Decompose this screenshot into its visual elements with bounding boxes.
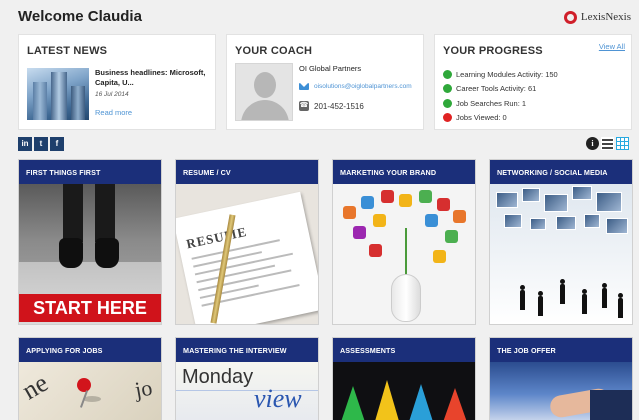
status-dot-icon — [443, 98, 452, 108]
calendar-day-text: Monday — [182, 366, 254, 388]
progress-label: Job Searches Run: 1 — [456, 98, 527, 108]
tile-title: APPLYING FOR JOBS — [19, 338, 161, 362]
tile-title: MARKETING YOUR BRAND — [333, 160, 475, 184]
view-toggle-group: i — [586, 137, 629, 150]
progress-item[interactable]: Jobs Viewed: 0 — [443, 111, 558, 126]
avatar-body-icon — [241, 100, 289, 120]
status-dot-icon — [443, 69, 452, 79]
view-all-link[interactable]: View All — [599, 42, 625, 51]
tile-image-calendar: Monday view — [176, 362, 318, 420]
news-headline[interactable]: Business headlines: Microsoft, Capita, U… — [95, 68, 211, 88]
tile-title: MASTERING THE INTERVIEW — [176, 338, 318, 362]
tile-title: NETWORKING / SOCIAL MEDIA — [490, 160, 632, 184]
progress-item[interactable]: Job Searches Run: 1 — [443, 96, 558, 111]
tile-title: ASSESSMENTS — [333, 338, 475, 362]
progress-label: Career Tools Activity: 61 — [456, 84, 537, 94]
read-more-link[interactable]: Read more — [95, 108, 132, 117]
facebook-icon[interactable]: f — [50, 137, 64, 151]
tile-image-shoes: START HERE — [19, 184, 161, 324]
tile-resume-cv[interactable]: RESUME / CV RESUME — [175, 159, 319, 325]
coach-organization: OI Global Partners — [299, 64, 362, 73]
news-date: 16 Jul 2014 — [95, 91, 129, 98]
tile-title: THE JOB OFFER — [490, 338, 632, 362]
mail-icon — [299, 83, 309, 90]
avatar-head-icon — [254, 72, 276, 98]
tile-image-pin-map: ne jo — [19, 362, 161, 420]
tile-the-job-offer[interactable]: THE JOB OFFER — [489, 337, 633, 420]
linkedin-icon[interactable]: in — [18, 137, 32, 151]
skyscraper-image-part — [51, 72, 67, 120]
progress-list: Learning Modules Activity: 150 Career To… — [443, 67, 558, 125]
info-icon[interactable]: i — [586, 137, 599, 150]
list-view-icon[interactable] — [601, 137, 614, 150]
coach-phone-row: ☎ 201-452-1516 — [299, 101, 364, 111]
tile-image-network — [490, 184, 632, 324]
your-coach-panel: YOUR COACH OI Global Partners oisolution… — [226, 34, 424, 130]
coach-email-row[interactable]: oisolutions@oiglobalpartners.com — [299, 83, 412, 90]
your-coach-title: YOUR COACH — [235, 45, 313, 57]
progress-item[interactable]: Career Tools Activity: 61 — [443, 82, 558, 97]
grid-view-icon[interactable] — [616, 137, 629, 150]
your-progress-panel: YOUR PROGRESS View All Learning Modules … — [434, 34, 632, 130]
status-dot-icon — [443, 84, 452, 94]
phone-icon: ☎ — [299, 101, 309, 111]
skyscraper-image-part — [33, 82, 47, 120]
news-thumbnail[interactable] — [27, 68, 89, 120]
lexisnexis-logo-icon — [563, 10, 577, 24]
tile-image-resume: RESUME — [176, 184, 318, 324]
progress-label: Learning Modules Activity: 150 — [456, 69, 558, 79]
progress-label: Jobs Viewed: 0 — [456, 113, 507, 123]
tile-mastering-the-interview[interactable]: MASTERING THE INTERVIEW Monday view — [175, 337, 319, 420]
logo-text: LexisNexis — [580, 11, 631, 23]
tile-applying-for-jobs[interactable]: APPLYING FOR JOBS ne jo — [18, 337, 162, 420]
handwritten-word: view — [254, 384, 302, 413]
pushpin-icon — [77, 378, 91, 392]
tile-first-things-first[interactable]: FIRST THINGS FIRST START HERE — [18, 159, 162, 325]
coach-email[interactable]: oisolutions@oiglobalpartners.com — [314, 83, 412, 90]
tile-image-pencils — [333, 362, 475, 420]
tile-image-mouse-tree — [333, 184, 475, 324]
status-dot-icon — [443, 113, 452, 123]
latest-news-panel: LATEST NEWS Business headlines: Microsof… — [18, 34, 216, 130]
skyscraper-image-part — [71, 86, 85, 120]
newspaper-word: jo — [132, 374, 155, 403]
tile-title: FIRST THINGS FIRST — [19, 160, 161, 184]
progress-item[interactable]: Learning Modules Activity: 150 — [443, 67, 558, 82]
twitter-icon[interactable]: t — [34, 137, 48, 151]
coach-avatar — [235, 63, 293, 121]
latest-news-title: LATEST NEWS — [27, 45, 108, 57]
tile-image-handshake — [490, 362, 632, 420]
tile-networking-social-media[interactable]: NETWORKING / SOCIAL MEDIA — [489, 159, 633, 325]
mouse-icon — [391, 274, 421, 322]
start-here-label: START HERE — [19, 294, 161, 322]
newspaper-word: ne — [19, 367, 53, 406]
your-progress-title: YOUR PROGRESS — [443, 45, 543, 57]
welcome-heading: Welcome Claudia — [18, 8, 142, 25]
social-share-bar: in t f — [18, 137, 64, 151]
lexisnexis-logo[interactable]: LexisNexis — [563, 9, 631, 25]
top-bar: Welcome Claudia LexisNexis — [0, 0, 639, 34]
coach-phone: 201-452-1516 — [314, 101, 364, 111]
tile-title: RESUME / CV — [176, 160, 318, 184]
tile-marketing-your-brand[interactable]: MARKETING YOUR BRAND — [332, 159, 476, 325]
tile-assessments[interactable]: ASSESSMENTS — [332, 337, 476, 420]
